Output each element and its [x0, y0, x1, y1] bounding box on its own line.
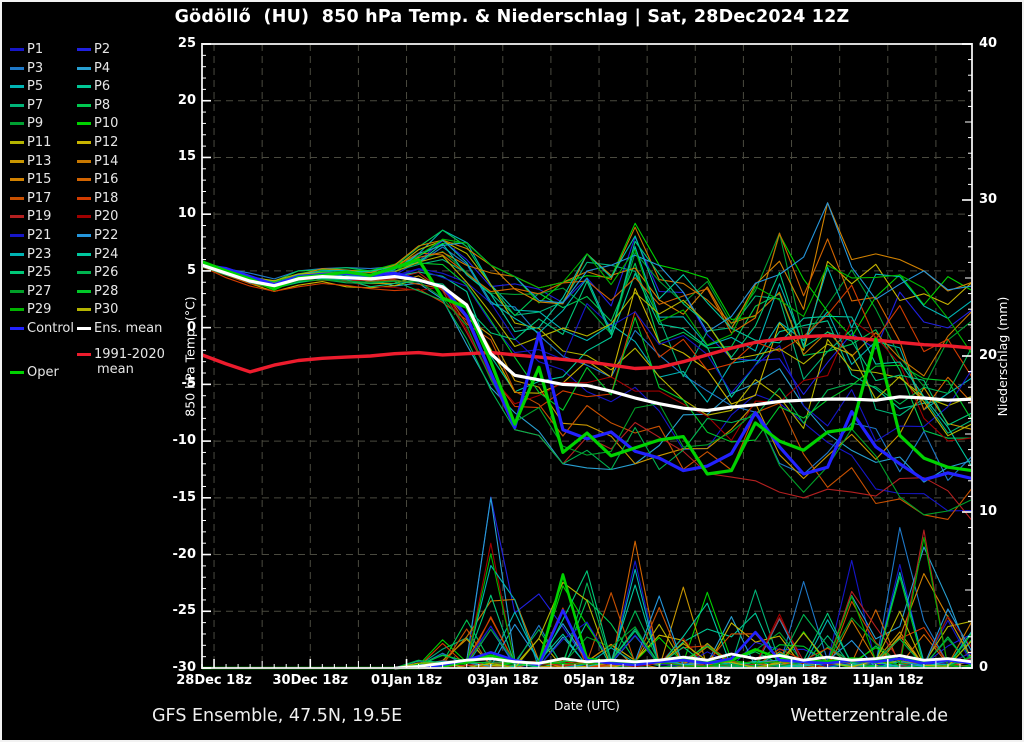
left-tick-label: -15 — [154, 490, 196, 506]
member-temp-P19 — [202, 265, 972, 521]
member-precip-P29 — [202, 538, 972, 669]
member-precip-P15 — [202, 574, 972, 668]
footer-brand: Wetterzentrale.de — [790, 706, 948, 726]
left-tick-label: 25 — [154, 36, 196, 52]
left-tick-label: 15 — [154, 149, 196, 165]
member-precip-P20 — [202, 543, 972, 668]
member-precip-P19 — [202, 530, 972, 668]
member-temp-P15 — [202, 203, 972, 329]
left-tick-label: -10 — [154, 433, 196, 449]
x-tick-label: 01Jan 18z — [359, 673, 455, 689]
left-tick-label: 10 — [154, 206, 196, 222]
meteogram-page: Gödöllő (HU) 850 hPa Temp. & Niederschla… — [0, 0, 1024, 742]
x-tick-label: 28Dec 18z — [166, 673, 262, 689]
right-tick-label: 40 — [979, 36, 1019, 52]
x-tick-label: 30Dec 18z — [262, 673, 358, 689]
left-axis-label: 850 hPa Temp. (°C) — [183, 287, 198, 427]
x-tick-label: 05Jan 18z — [551, 673, 647, 689]
x-tick-label: 07Jan 18z — [647, 673, 743, 689]
member-temp-P22 — [202, 203, 972, 332]
right-tick-label: 30 — [979, 192, 1019, 208]
right-tick-label: 0 — [979, 660, 1019, 676]
member-temp-P27 — [202, 265, 972, 515]
right-axis-label: Niederschlag (mm) — [995, 284, 1010, 429]
x-tick-label: 11Jan 18z — [840, 673, 936, 689]
right-tick-label: 10 — [979, 504, 1019, 520]
ensemble-chart — [2, 2, 1024, 742]
control-temp-line — [202, 265, 972, 480]
left-tick-label: -25 — [154, 603, 196, 619]
member-temp-P14 — [202, 227, 972, 376]
oper-precip-line — [202, 574, 972, 668]
left-tick-label: 20 — [154, 93, 196, 109]
footer-model-info: GFS Ensemble, 47.5N, 19.5E — [152, 706, 402, 726]
x-tick-label: 03Jan 18z — [455, 673, 551, 689]
left-tick-label: 5 — [154, 263, 196, 279]
x-axis-label: Date (UTC) — [487, 699, 687, 713]
x-tick-label: 09Jan 18z — [744, 673, 840, 689]
left-tick-label: -20 — [154, 547, 196, 563]
oper-temp-line — [202, 260, 972, 474]
member-temp-P16 — [202, 233, 972, 410]
